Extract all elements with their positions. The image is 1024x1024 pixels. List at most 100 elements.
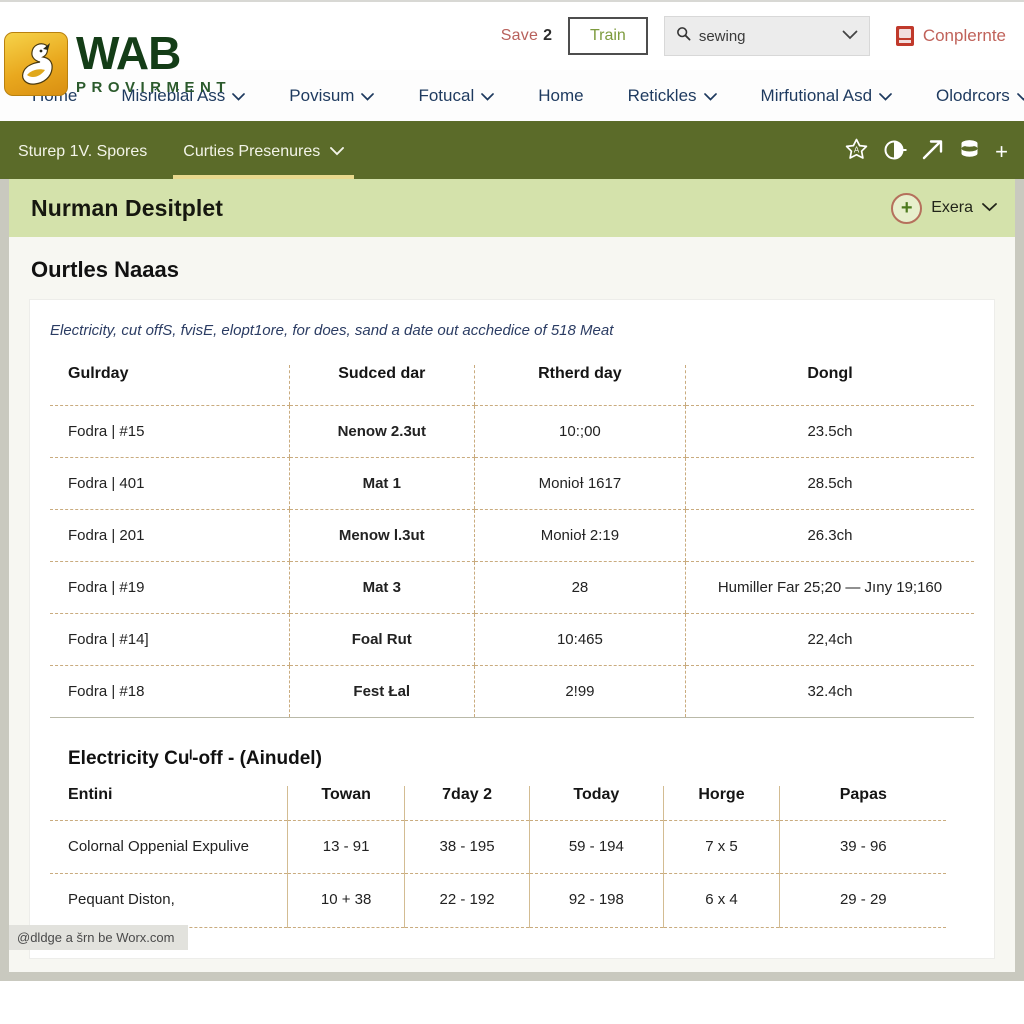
nav-item-povisum[interactable]: Povisum [267,86,396,106]
book-icon [895,26,914,46]
lead-description: Electricity, cut offS, fvisE, elopt1ore,… [50,322,614,339]
second-table-title: Electricity Cuˡ-off - (Ainudel) [68,748,322,769]
cell-horge: 7 x 5 [662,820,780,875]
subtab-sturep-spores[interactable]: Sturep 1V. Spores [0,125,165,179]
content-frame: Nurman Desitplet + Exera Ourtles Naaas E… [0,179,1024,981]
table-row[interactable]: Colornal Oppenial Expulive 13 - 91 38 - … [50,820,947,875]
nav-item-label: Retickles [627,85,697,105]
content-card: Electricity, cut offS, fvisE, elopt1ore,… [29,299,995,959]
search-input[interactable]: sewing [699,28,834,45]
second-table-head: Entini Towan 7day 2 Today Horge Papas [50,786,947,821]
chevron-down-icon [1016,86,1024,106]
cell-value: 23.5ch [684,405,974,458]
chevron-down-icon [703,86,717,106]
column-header-horge[interactable]: Horge [662,786,780,821]
nav-item-olodrcors[interactable]: Olodrcors [914,86,1024,106]
table-header-row: Entini Towan 7day 2 Today Horge Papas [50,786,947,821]
train-button[interactable]: Train [567,17,648,55]
table-row[interactable]: Fodra | #14] Foal Rut 10:465 22,4ch [50,613,974,666]
cell-key[interactable]: Fodra | 201 [50,509,290,562]
cell-key[interactable]: Fodra | #15 [50,405,290,458]
complete-label: Conplernte [922,26,1006,45]
cell-today: 59 - 194 [529,820,664,875]
chevron-down-icon [330,143,345,161]
table-row[interactable]: Fodra | 201 Menow l.3ut MonioƗ 2:19 26.3… [50,509,974,562]
cell-time: MonioƗ 2:19 [473,509,686,562]
chevron-down-icon [879,86,892,106]
column-header-rtherd-day[interactable]: Rtherd day [473,365,686,406]
nav-item-home-2[interactable]: Home [516,86,605,106]
cell-papas: 39 - 96 [779,820,947,875]
main-table-body: Fodra | #15 Nenow 2.3ut 10:;00 23.5ch Fo… [50,405,974,718]
table-row[interactable]: Fodra | 401 Mat 1 MonioƗ 1617 28.5ch [50,457,974,510]
nav-item-label: Mirfutional Asd [760,85,873,105]
cell-time: 10:;00 [473,405,686,458]
page-root: WAB PROVIRMENT Save 2 Train sewing Conpl… [0,0,1024,1024]
cell-mid: Mat 3 [288,561,475,614]
nav-item-retickles[interactable]: Retickles [606,86,739,106]
cell-entity: Pequant Diston, [50,873,288,928]
nav-item-label: Home [538,85,584,105]
table-row[interactable]: Fodra | #19 Mat 3 28 Humiller Far 25;20 … [50,561,974,614]
cell-value: 22,4ch [684,613,974,666]
column-header-towan[interactable]: Towan [287,786,405,821]
main-table: Gulrday Sudced dar Rtherd day Dongl Fodr… [50,365,974,718]
cell-mid: Menow l.3ut [288,509,475,562]
contrast-icon[interactable] [883,139,907,166]
cell-key[interactable]: Fodra | #14] [50,613,290,666]
search-icon [676,26,691,46]
complete-button[interactable]: Conplernte [895,26,1006,46]
table-row[interactable]: Fodra | #15 Nenow 2.3ut 10:;00 23.5ch [50,405,974,458]
cell-mid: Mat 1 [288,457,475,510]
subtab-label: Curties Presenures [183,143,321,160]
cell-7day2: 38 - 195 [404,820,530,875]
swan-logo-icon [4,31,68,96]
column-header-papas[interactable]: Papas [779,786,947,821]
top-utility-bar: WAB PROVIRMENT Save 2 Train sewing Conpl… [0,0,1024,96]
plus-circle-icon[interactable]: + [891,192,923,224]
cell-value: 28.5ch [684,457,974,510]
chevron-down-icon[interactable] [982,199,997,217]
nav-item-mirfutional-asd[interactable]: Mirfutional Asd [739,86,915,106]
nav-item-fotucal[interactable]: Fotucal [396,86,516,106]
cell-time: MonioƗ 1617 [473,457,686,510]
column-header-sudced-dar[interactable]: Sudced dar [288,365,475,406]
column-header-7day-2[interactable]: 7day 2 [404,786,530,821]
search-select[interactable]: sewing [663,16,870,56]
table-row[interactable]: Pequant Diston, 10 + 38 22 - 192 92 - 19… [50,873,947,928]
chevron-down-icon [232,86,246,106]
nav-item-label: Povisum [289,85,355,105]
nav-item-label: Fotucal [418,85,475,105]
column-header-dongl[interactable]: Dongl [684,365,974,406]
table-row[interactable]: Fodra | #18 Fest Łal 2!99 32.4ch [50,665,974,718]
extra-dropdown[interactable]: + Exera [891,192,997,224]
cell-key[interactable]: Fodra | 401 [50,457,290,510]
chevron-down-icon[interactable] [842,27,858,45]
nav-item-label: Olodrcors [936,85,1010,105]
table-header-row: Gulrday Sudced dar Rtherd day Dongl [50,365,974,406]
column-header-entini[interactable]: Entini [50,786,288,821]
brand[interactable]: WAB PROVIRMENT [4,30,231,97]
page-title: Nurman Desitplet [31,194,224,221]
svg-text:A: A [854,145,860,154]
star-badge-icon[interactable]: A [844,138,869,167]
cell-time: 10:465 [473,613,686,666]
main-table-head: Gulrday Sudced dar Rtherd day Dongl [50,365,974,406]
page-banner: Nurman Desitplet + Exera [9,179,1015,237]
database-icon[interactable] [958,138,981,166]
subnav-spacer [362,125,844,179]
save-button[interactable]: Save 2 [501,27,552,45]
column-header-gulrday[interactable]: Gulrday [50,365,290,406]
subtab-curties-presenures[interactable]: Curties Presenures [165,125,362,179]
cell-today: 92 - 198 [529,873,664,928]
cell-key[interactable]: Fodra | #19 [50,561,290,614]
arrow-up-right-icon[interactable] [921,138,944,166]
status-bar: @dldge a šrn be Worx.com [9,925,189,950]
second-table-body: Colornal Oppenial Expulive 13 - 91 38 - … [50,820,947,928]
column-header-today[interactable]: Today [529,786,664,821]
cell-key[interactable]: Fodra | #18 [50,665,290,718]
second-table: Entini Towan 7day 2 Today Horge Papas Co… [50,786,947,928]
top-actions: Save 2 Train sewing Conplernte [501,16,1024,56]
cell-towan: 13 - 91 [287,820,405,875]
plus-icon[interactable]: + [995,141,1008,163]
